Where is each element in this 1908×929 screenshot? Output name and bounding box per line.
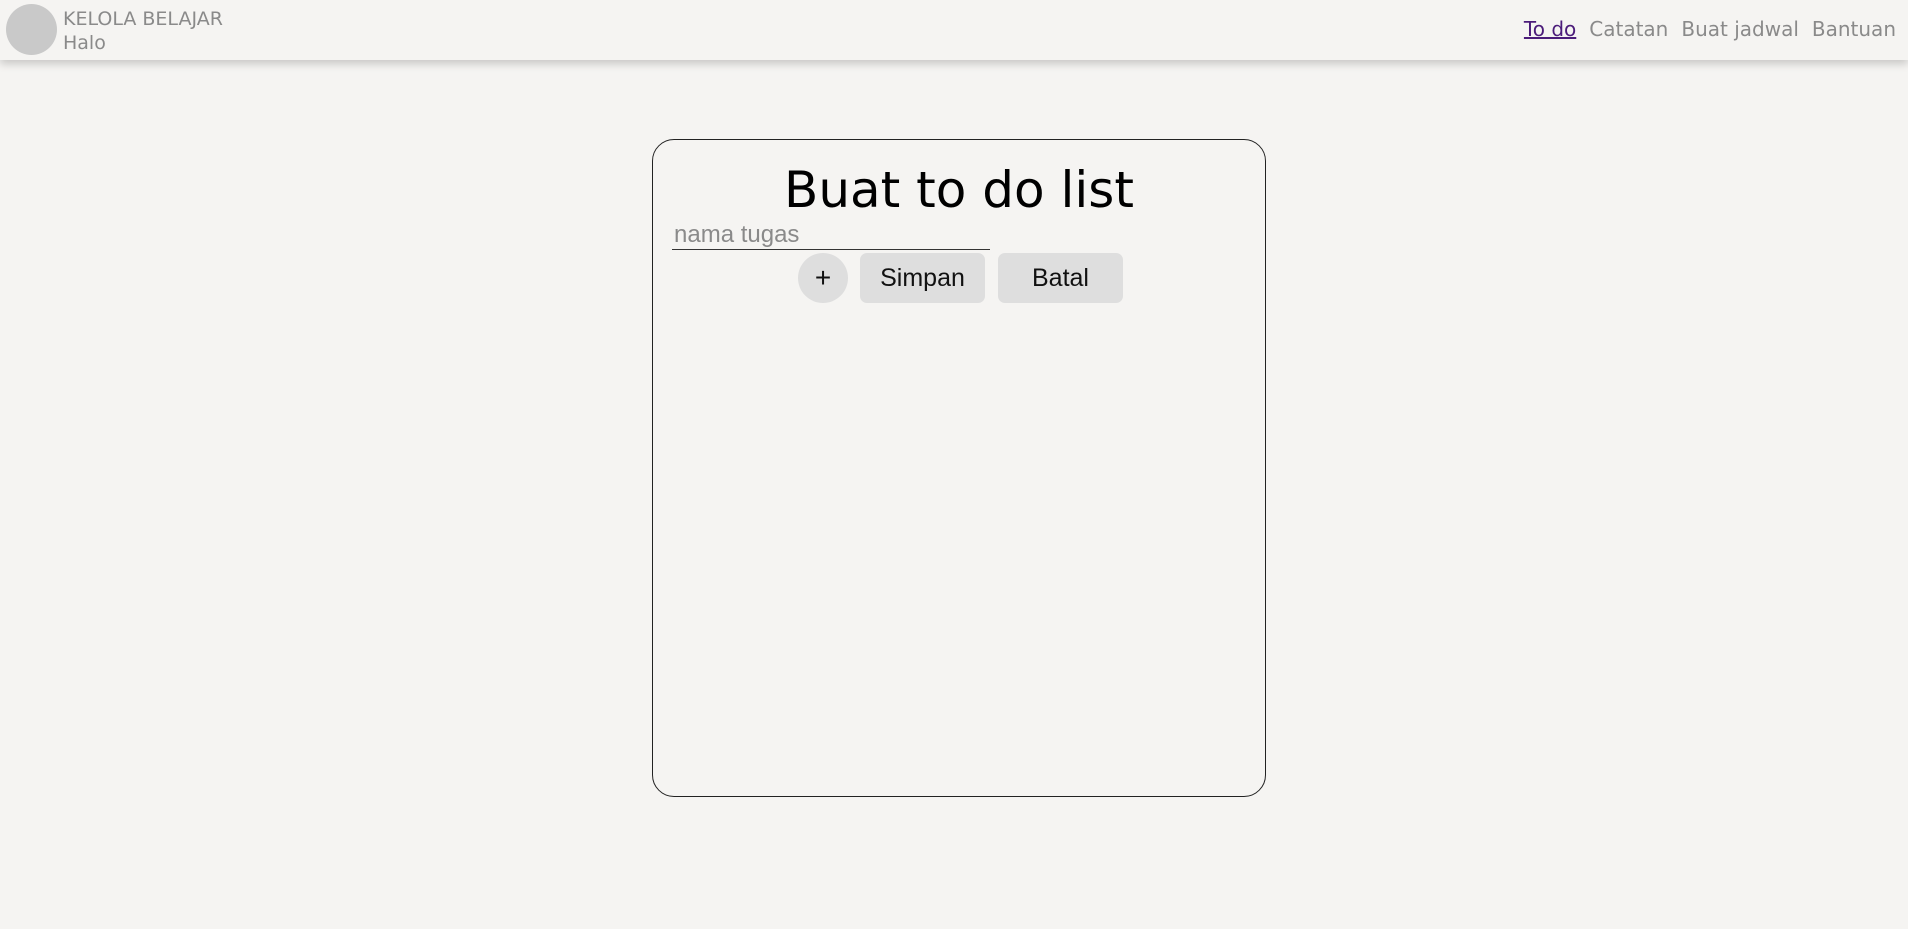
nav-link-bantuan[interactable]: Bantuan (1812, 17, 1896, 41)
brand-title: KELOLA BELAJAR (63, 8, 223, 30)
top-navbar: KELOLA BELAJAR Halo To do Catatan Buat j… (0, 0, 1908, 60)
task-name-input[interactable] (672, 220, 990, 250)
brand: KELOLA BELAJAR Halo (63, 7, 223, 55)
cancel-button[interactable]: Batal (998, 253, 1123, 303)
main-nav: To do Catatan Buat jadwal Bantuan (1524, 17, 1896, 41)
avatar[interactable] (6, 4, 57, 55)
card-title: Buat to do list (784, 161, 1134, 219)
greeting-text: Halo (63, 32, 106, 54)
add-task-button[interactable]: + (798, 253, 848, 303)
nav-link-buat-jadwal[interactable]: Buat jadwal (1681, 17, 1799, 41)
todo-card: Buat to do list + Simpan Batal (652, 139, 1266, 797)
nav-link-catatan[interactable]: Catatan (1589, 17, 1668, 41)
nav-link-todo[interactable]: To do (1524, 17, 1576, 41)
save-button[interactable]: Simpan (860, 253, 985, 303)
